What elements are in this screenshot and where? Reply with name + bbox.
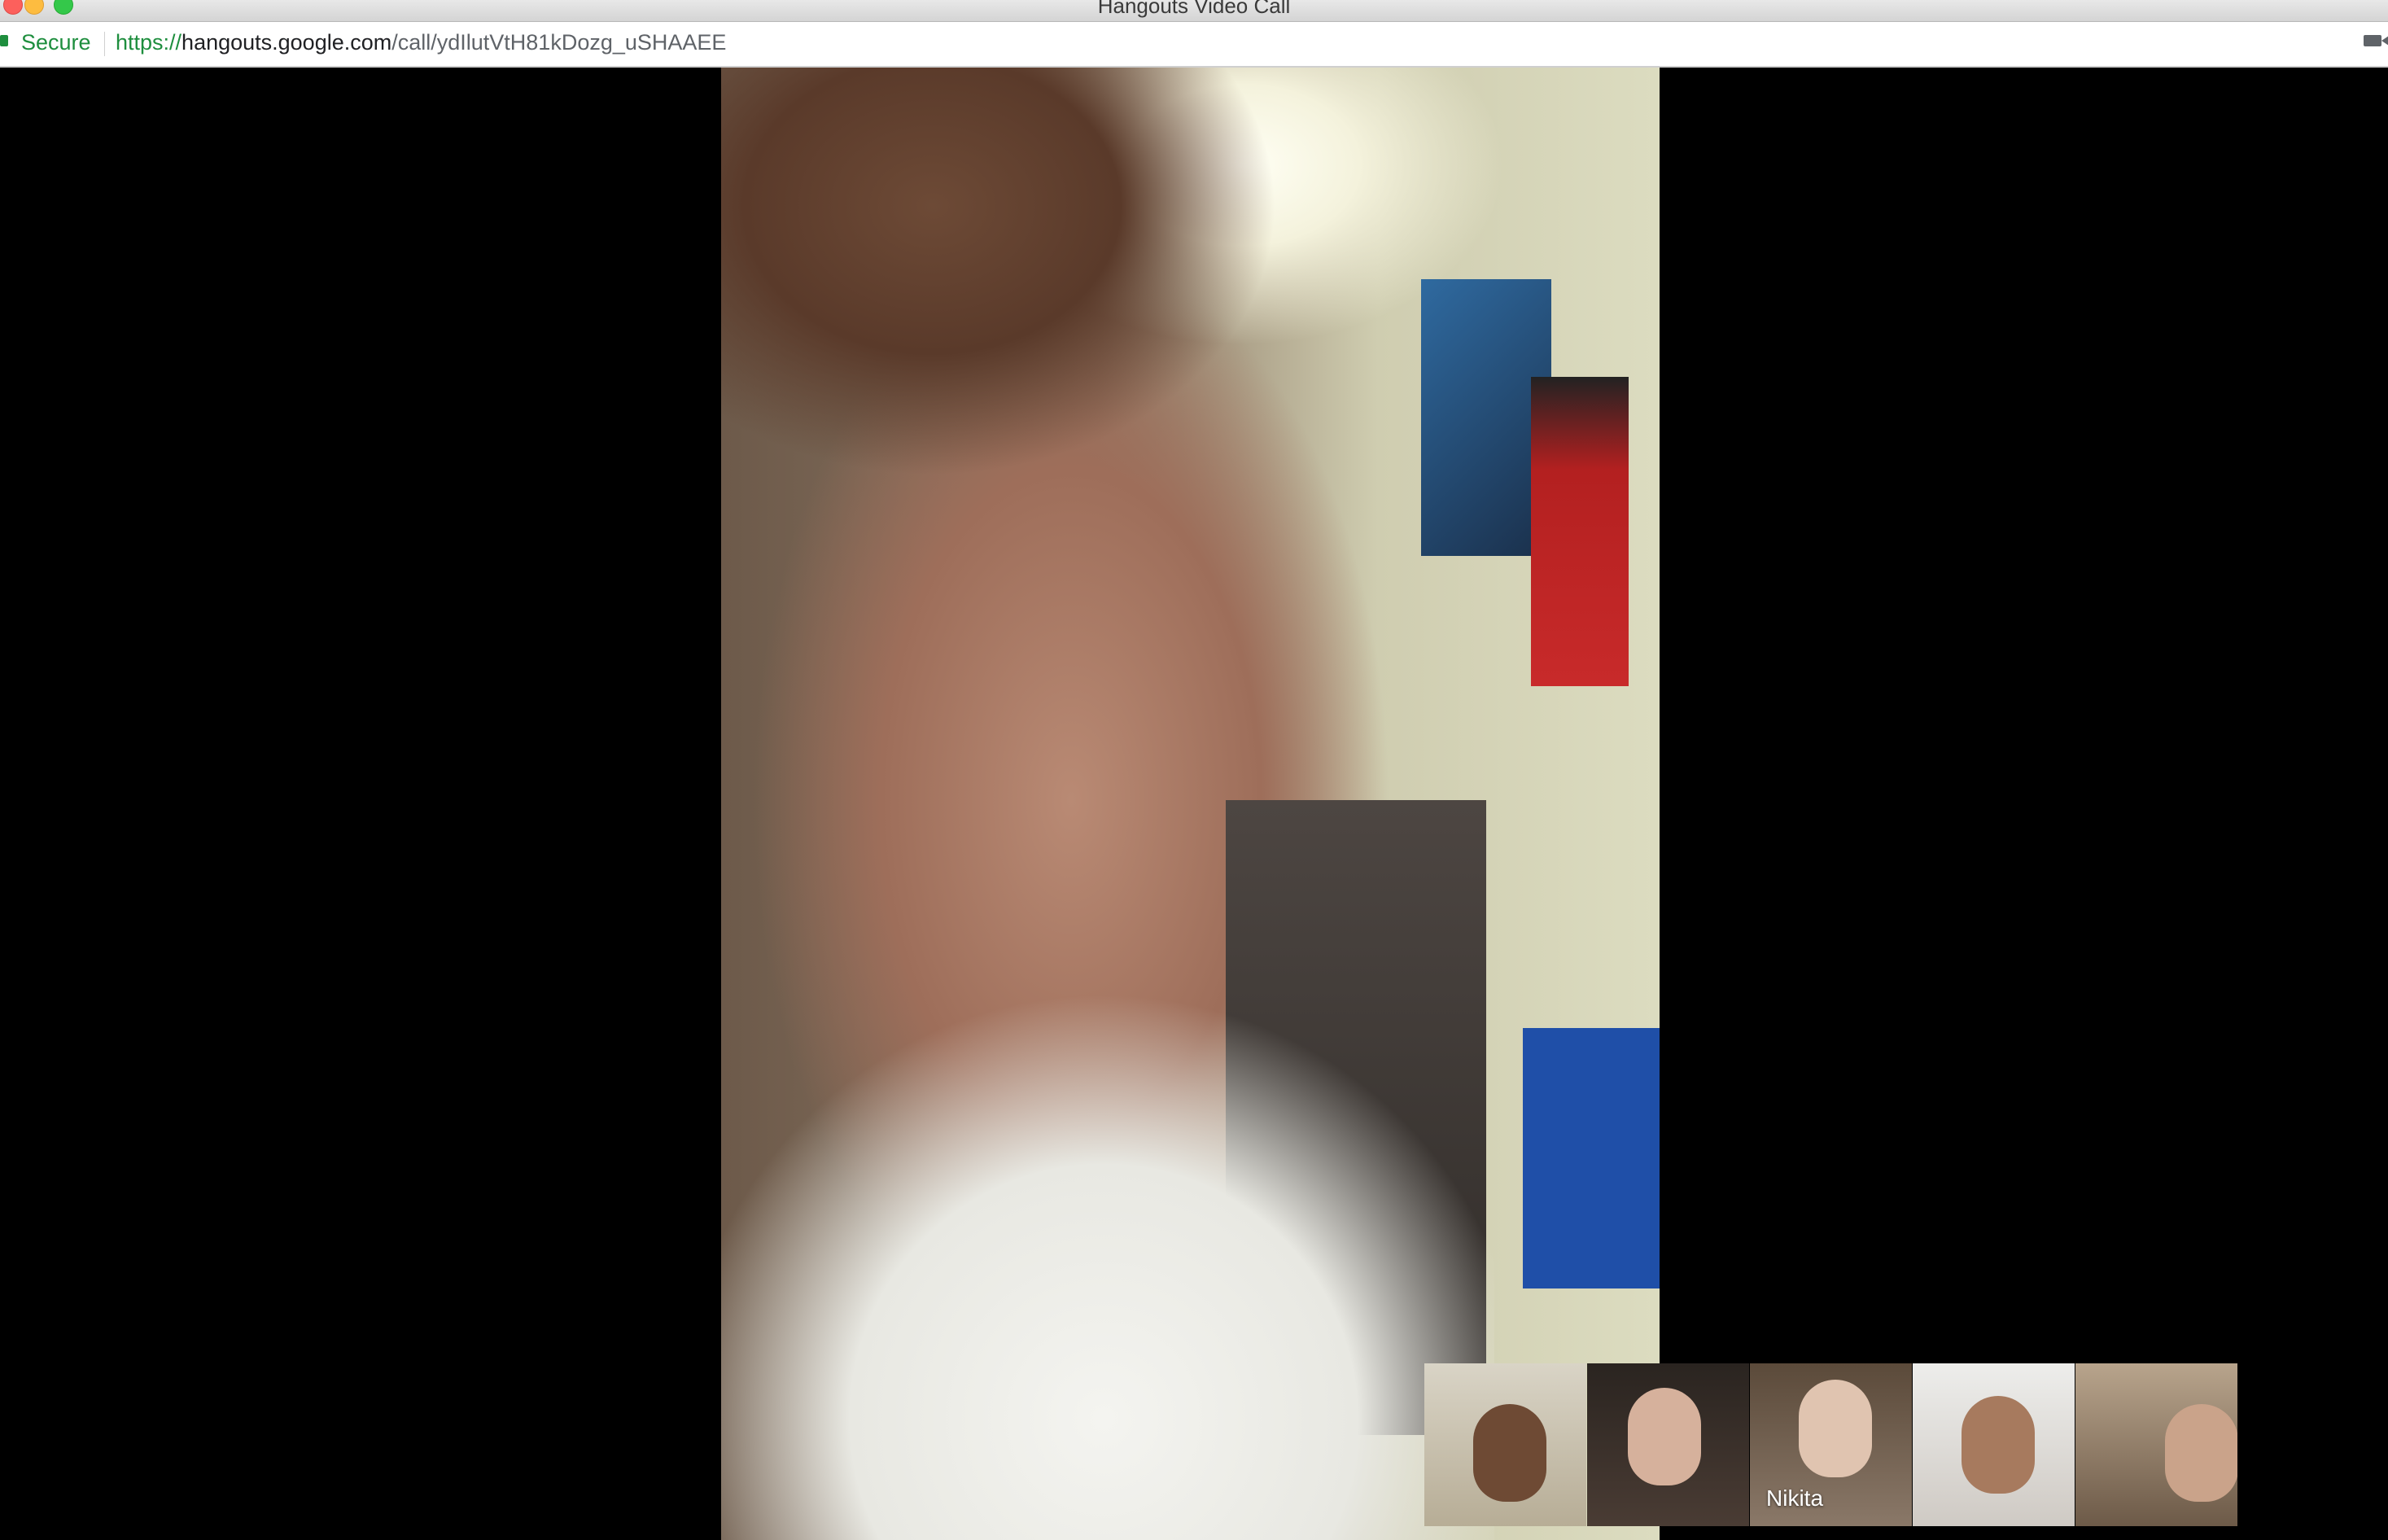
participant-thumbnail[interactable] — [1424, 1363, 1586, 1526]
url-path: /call/ydIlutVtH81kDozg_uSHAAEE — [391, 30, 727, 55]
participant-thumbnail[interactable]: Nikita — [1750, 1363, 1912, 1526]
participant-thumbnails: Nikita — [1424, 1363, 2363, 1526]
participant-thumbnail[interactable] — [1587, 1363, 1749, 1526]
participant-avatar — [1473, 1404, 1546, 1502]
camera-icon[interactable] — [2364, 35, 2388, 46]
background-banner — [1523, 1028, 1660, 1288]
address-bar[interactable]: Secure https://hangouts.google.com/call/… — [0, 22, 2388, 68]
participant-avatar — [1962, 1396, 2035, 1494]
participant-avatar — [2165, 1404, 2237, 1502]
participant-hair — [721, 68, 1291, 523]
window-titlebar: Hangouts Video Call — [0, 0, 2388, 22]
participant-name: Nikita — [1766, 1485, 1824, 1511]
participant-shirt — [721, 995, 1494, 1540]
participant-avatar — [1799, 1380, 1872, 1477]
url-text[interactable]: https://hangouts.google.com/call/ydIlutV… — [116, 30, 726, 55]
participant-avatar — [1628, 1388, 1701, 1485]
secure-label[interactable]: Secure — [21, 30, 91, 55]
main-participant-video[interactable] — [721, 68, 1660, 1540]
participant-thumbnail[interactable] — [2075, 1363, 2237, 1526]
window-title: Hangouts Video Call — [1097, 0, 1291, 18]
video-stage: Nikita — [0, 68, 2388, 1540]
url-scheme: https:// — [116, 30, 182, 55]
background-pennant — [1531, 377, 1629, 686]
participant-thumbnail[interactable] — [1913, 1363, 2075, 1526]
url-host: hangouts.google.com — [182, 30, 392, 55]
lock-icon — [0, 35, 8, 46]
address-divider — [104, 32, 105, 56]
